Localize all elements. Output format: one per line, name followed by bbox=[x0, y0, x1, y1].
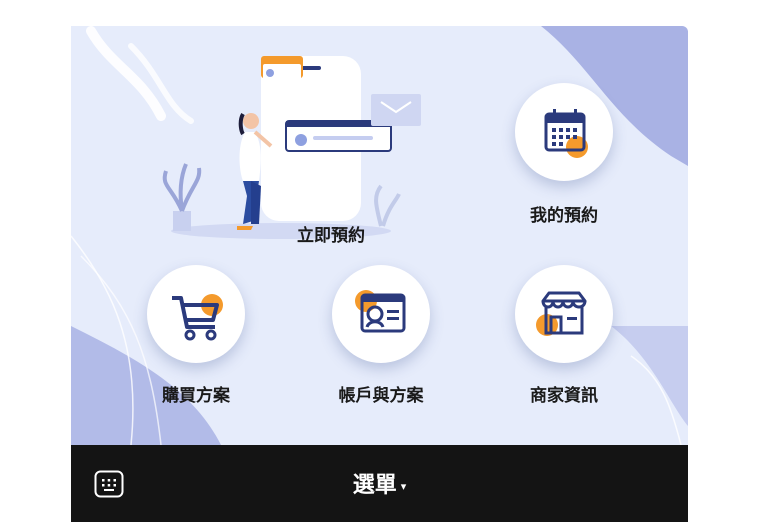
menu-toggle-button[interactable]: 選單 ▾ bbox=[71, 467, 688, 501]
book-now-tile[interactable]: 立即預約 bbox=[151, 46, 451, 256]
store-info-label: 商家資訊 bbox=[530, 386, 598, 406]
account-plans-label: 帳戶與方案 bbox=[338, 386, 424, 406]
shopping-cart-icon bbox=[172, 294, 223, 341]
store-info-tile[interactable]: 商家資訊 bbox=[491, 263, 651, 413]
buy-plans-tile[interactable]: 購買方案 bbox=[123, 263, 283, 413]
book-now-label: 立即預約 bbox=[297, 226, 365, 246]
chevron-down-icon: ▾ bbox=[400, 479, 407, 493]
profile-card-icon bbox=[355, 290, 406, 333]
rich-menu-panel: 立即預約 我的預約 購買方案 帳戶與方案 商家資訊 bbox=[71, 26, 688, 445]
account-plans-tile[interactable]: 帳戶與方案 bbox=[308, 263, 468, 413]
my-bookings-label: 我的預約 bbox=[530, 206, 598, 226]
buy-plans-label: 購買方案 bbox=[162, 386, 230, 406]
my-bookings-tile[interactable]: 我的預約 bbox=[491, 81, 651, 231]
calendar-icon bbox=[544, 109, 588, 158]
menu-label: 選單 bbox=[352, 473, 397, 498]
storefront-icon bbox=[536, 291, 587, 336]
chat-menu-bar: 選單 ▾ bbox=[71, 445, 688, 522]
